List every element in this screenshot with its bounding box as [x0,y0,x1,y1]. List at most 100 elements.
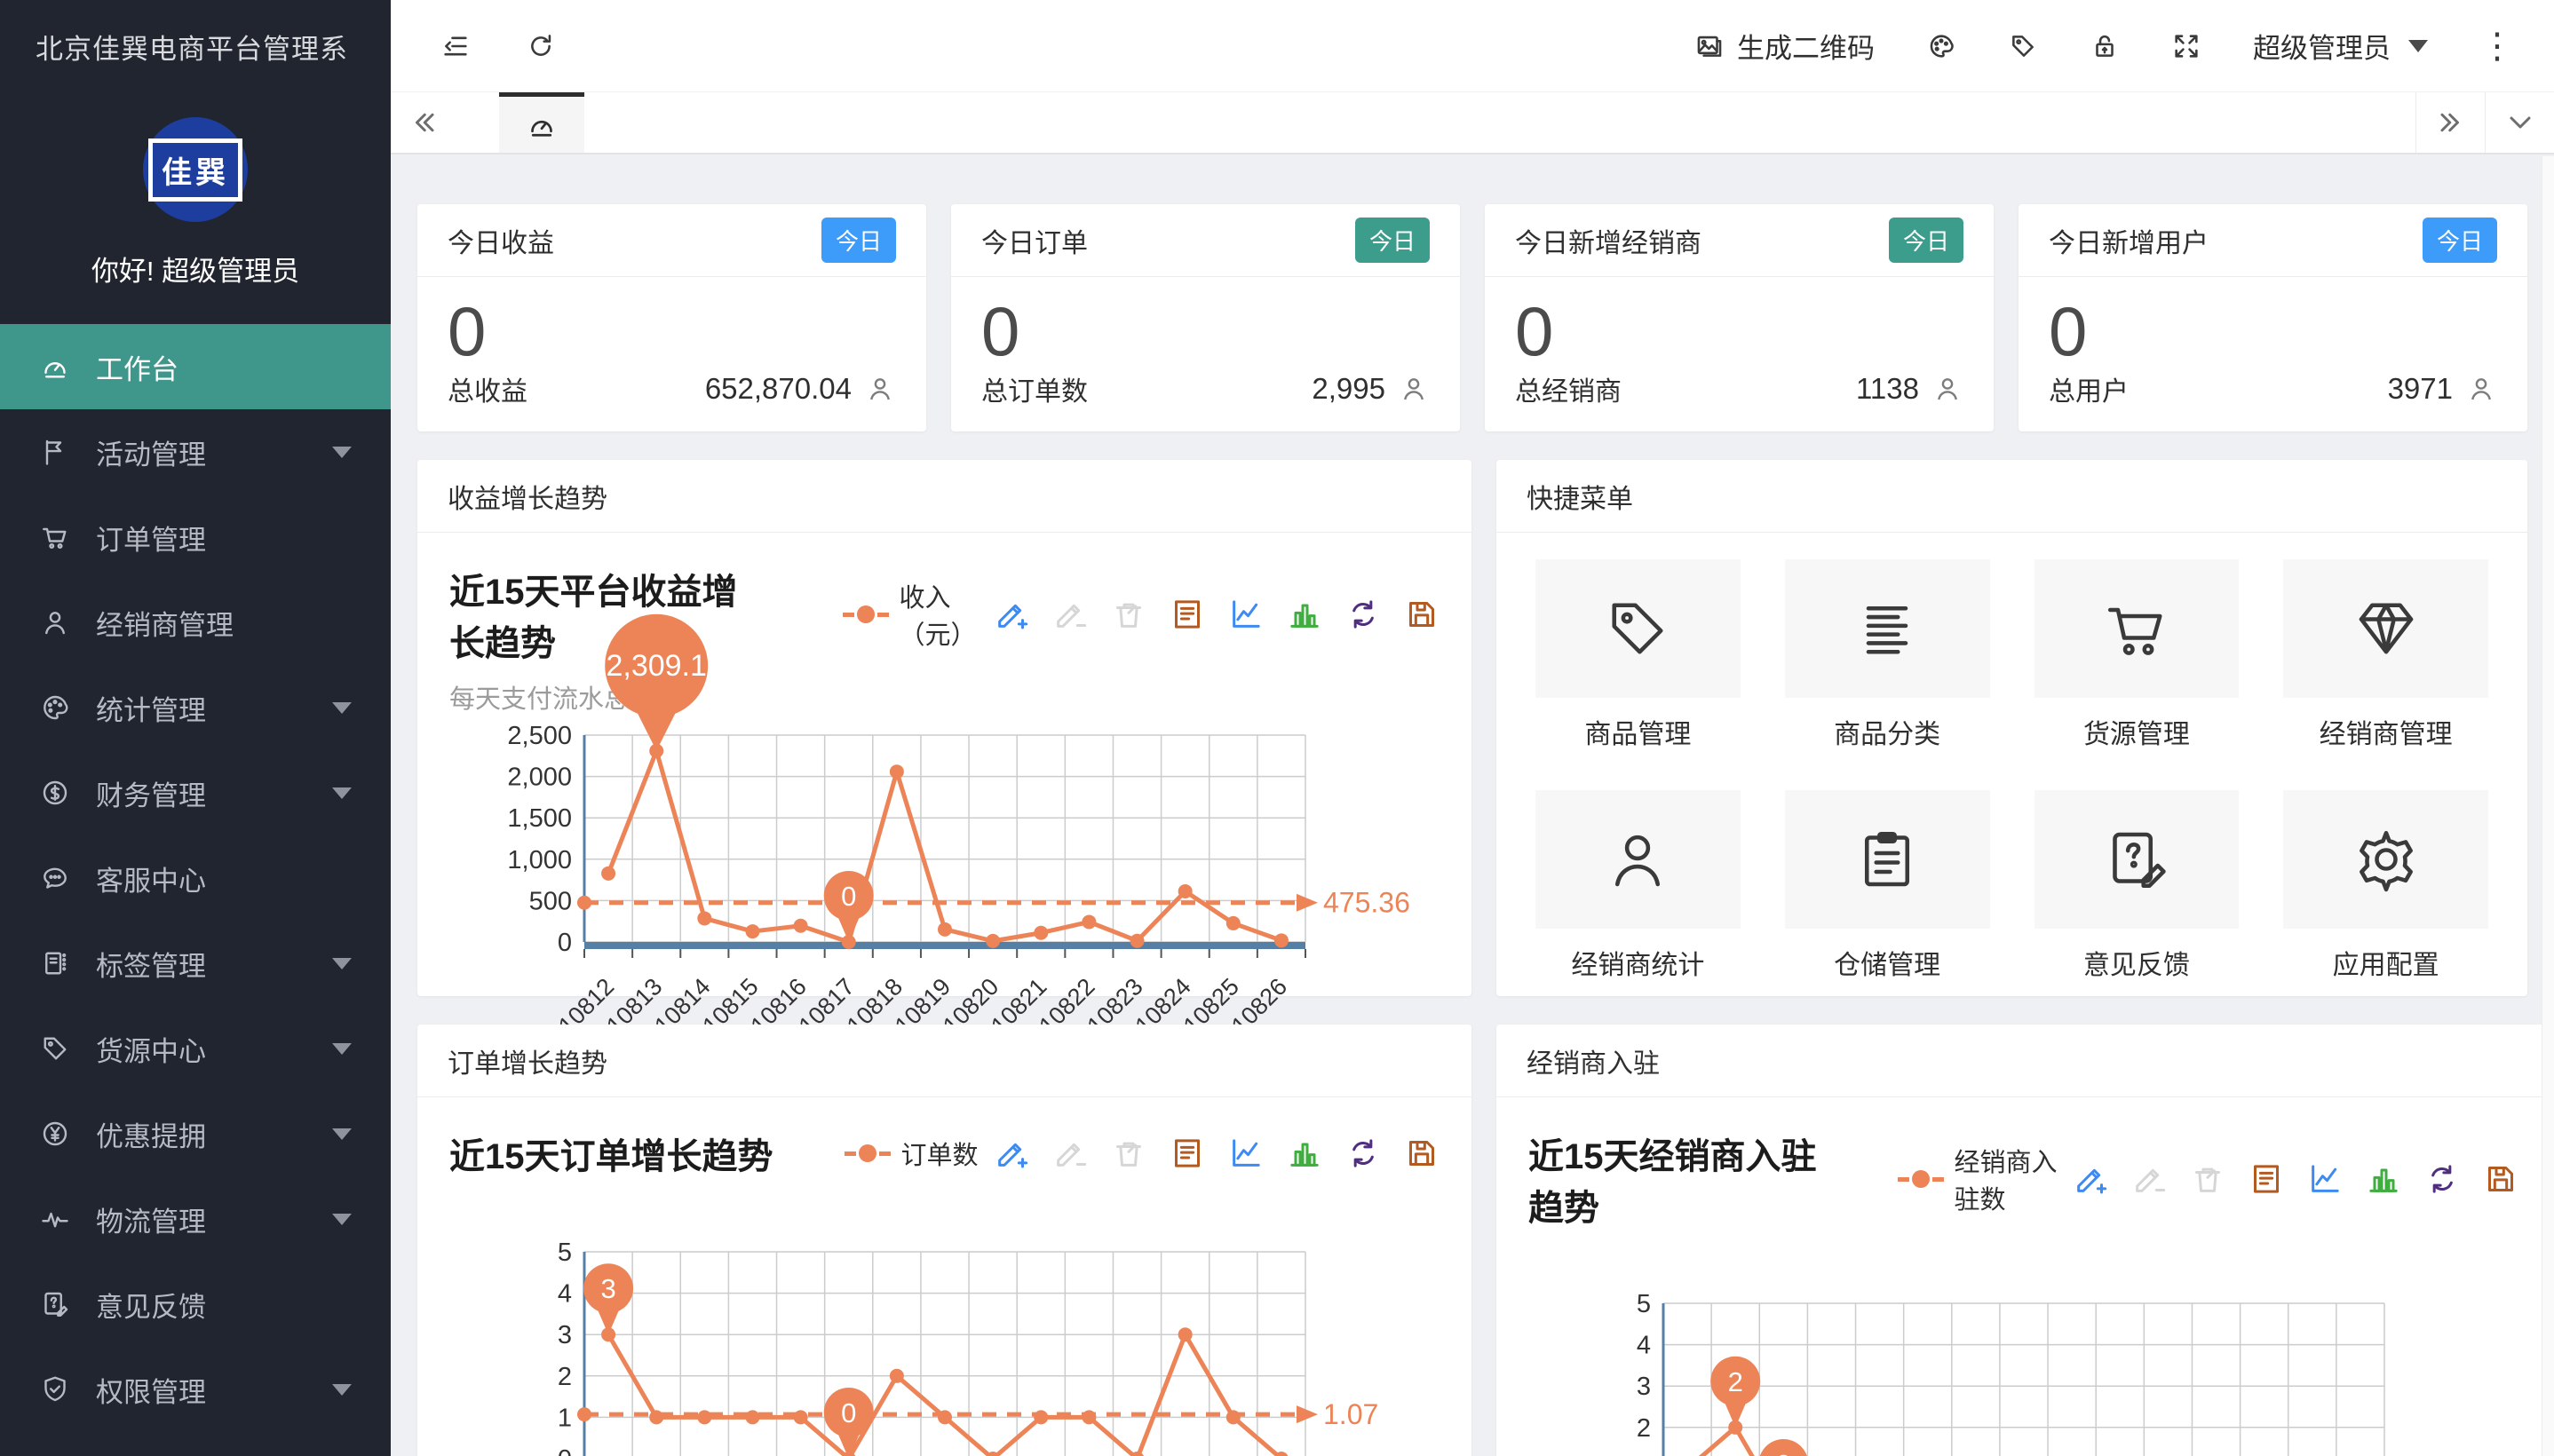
sidebar-item-statistics[interactable]: 统计管理 [0,665,391,750]
sidebar: 北京佳巽电商平台管理系 佳巽 你好! 超级管理员 工作台 活动管理 订单管理 经 [0,0,391,1456]
quick-item-dealer-stats[interactable]: 经销商统计 [1535,790,1741,982]
today-badge: 今日 [821,218,896,263]
chevron-down-icon [332,702,352,714]
revenue-trend-card: 收益增长趋势 近15天平台收益增长趋势 收入（元） 每天支付流水总量 05001… [417,460,1471,996]
double-chevron-left-icon [410,109,437,136]
user-menu[interactable]: 超级管理员 [2253,26,2428,66]
sidebar-item-logistics[interactable]: 物流管理 [0,1176,391,1262]
scrollbar[interactable] [2542,156,2554,1456]
quick-item-app-config[interactable]: 应用配置 [2283,790,2488,982]
edit-remove-icon[interactable] [1052,1136,1088,1171]
tabbar [391,92,2554,154]
svg-text:2: 2 [1728,1366,1743,1397]
svg-text:1,000: 1,000 [507,846,572,874]
stat-title: 今日收益 [448,221,554,260]
svg-text:0: 0 [841,881,856,912]
bar-chart-icon[interactable] [1287,1136,1322,1171]
chevron-down-icon [332,1384,352,1396]
person-icon [1398,373,1430,405]
edit-add-icon[interactable] [994,1136,1029,1171]
quick-item-dealer-mgmt[interactable]: 经销商管理 [2283,559,2488,751]
refresh-icon[interactable] [526,31,556,61]
cart-icon [39,521,71,553]
edit-add-icon[interactable] [2073,1161,2108,1197]
chart-title: 近15天订单增长趋势 [449,1128,773,1179]
double-chevron-right-icon [2438,109,2464,136]
tabs-menu-button[interactable] [2485,92,2554,153]
line-chart-icon[interactable] [1228,1136,1264,1171]
line-chart: 0123450.27202021081220210813202108142021… [1528,1287,2518,1456]
sidebar-item-feedback[interactable]: 意见反馈 [0,1262,391,1347]
brand-logo: 佳巽 [143,117,248,222]
report-icon[interactable] [1170,597,1205,632]
svg-text:2,500: 2,500 [507,722,572,750]
sidebar-item-dealers[interactable]: 经销商管理 [0,580,391,665]
panel-header: 订单增长趋势 [417,1025,1471,1097]
quick-item-supply[interactable]: 货源管理 [2034,559,2240,751]
report-icon[interactable] [2249,1161,2284,1197]
svg-text:0: 0 [841,1397,856,1428]
theme-palette-icon[interactable] [1926,31,1956,61]
sidebar-item-labels[interactable]: 标签管理 [0,921,391,1006]
quick-item-feedback[interactable]: 意见反馈 [2034,790,2240,982]
stat-card-revenue: 今日收益今日 0 总收益652,870.04 [417,204,926,431]
today-badge: 今日 [1355,218,1430,263]
sidebar-item-system[interactable]: 系统管理 [0,1432,391,1456]
svg-text:2: 2 [558,1363,572,1391]
sidebar-item-commission[interactable]: 优惠提拥 [0,1091,391,1176]
bar-chart-icon[interactable] [1287,597,1322,632]
svg-text:1: 1 [558,1404,572,1432]
sidebar-item-workbench[interactable]: 工作台 [0,324,391,409]
sidebar-item-activity[interactable]: 活动管理 [0,409,391,495]
edit-remove-icon[interactable] [2131,1161,2167,1197]
fullscreen-icon[interactable] [2171,31,2201,61]
quick-item-goods[interactable]: 商品管理 [1535,559,1741,751]
delete-icon[interactable] [1111,597,1146,632]
refresh-cycle-icon[interactable] [1345,597,1381,632]
stat-card-orders: 今日订单今日 0 总订单数2,995 [951,204,1460,431]
line-chart-icon[interactable] [1228,597,1264,632]
delete-icon[interactable] [2190,1161,2225,1197]
generate-qrcode-button[interactable]: 生成二维码 [1694,26,1875,66]
save-icon[interactable] [1404,1136,1440,1171]
refresh-cycle-icon[interactable] [2424,1161,2460,1197]
tab-home[interactable] [499,92,584,153]
svg-text:5: 5 [558,1238,572,1267]
sidebar-item-service[interactable]: 客服中心 [0,835,391,921]
collapse-sidebar-icon[interactable] [440,31,471,61]
save-icon[interactable] [2483,1161,2518,1197]
chevron-down-icon [332,447,352,458]
quick-item-warehouse[interactable]: 仓储管理 [1785,790,1990,982]
app-title: 北京佳巽电商平台管理系 [0,0,391,92]
edit-add-icon[interactable] [994,597,1029,632]
sidebar-item-finance[interactable]: 财务管理 [0,750,391,835]
quick-item-categories[interactable]: 商品分类 [1785,559,1990,751]
sidebar-item-permissions[interactable]: 权限管理 [0,1347,391,1432]
svg-text:3: 3 [558,1321,572,1349]
svg-text:4: 4 [1637,1332,1651,1360]
tabs-scroll-left-button[interactable] [391,92,456,153]
line-chart-icon[interactable] [2307,1161,2343,1197]
bar-chart-icon[interactable] [2366,1161,2401,1197]
lock-icon[interactable] [2090,31,2120,61]
chevron-down-icon [332,787,352,799]
person-icon [1600,822,1675,897]
person-icon [1931,373,1963,405]
tabs-scroll-right-button[interactable] [2415,92,2485,153]
chart-toolbar [994,597,1440,632]
sidebar-item-supply[interactable]: 货源中心 [0,1006,391,1091]
edit-remove-icon[interactable] [1052,597,1088,632]
delete-icon[interactable] [1111,1136,1146,1171]
refresh-cycle-icon[interactable] [1345,1136,1381,1171]
more-vertical-icon[interactable]: ⋮ [2479,28,2515,64]
report-icon[interactable] [1170,1136,1205,1171]
sidebar-menu: 工作台 活动管理 订单管理 经销商管理 统计管理 财务管理 [0,324,391,1456]
tag-icon[interactable] [2008,31,2038,61]
svg-text:3: 3 [600,1273,615,1304]
svg-text:4: 4 [558,1280,572,1309]
sidebar-item-orders[interactable]: 订单管理 [0,495,391,580]
stat-title: 今日新增经销商 [1515,221,1701,260]
image-icon [1694,31,1725,61]
save-icon[interactable] [1404,597,1440,632]
svg-text:1,500: 1,500 [507,804,572,833]
